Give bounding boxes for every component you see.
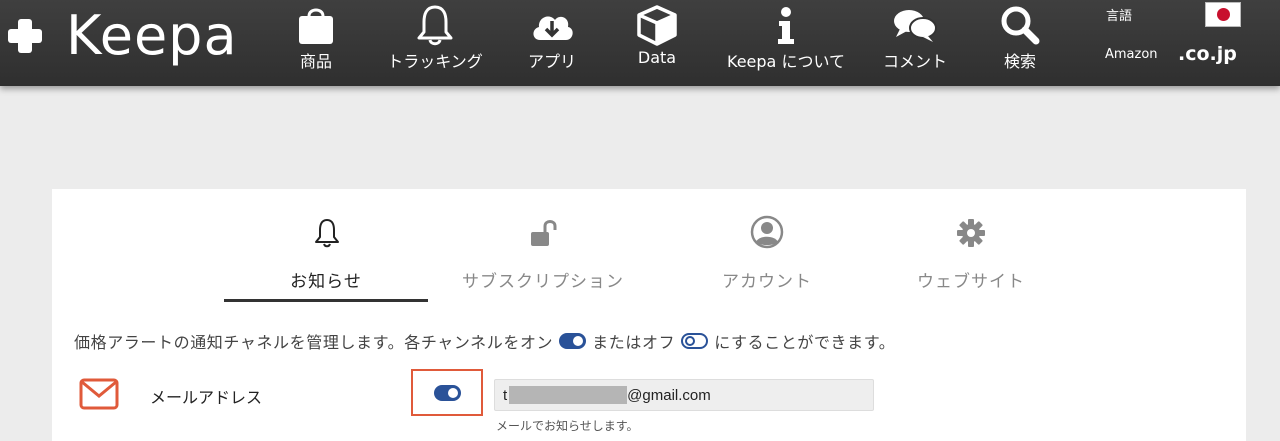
nav-item-about[interactable]: Keepa について <box>721 0 851 86</box>
keepa-logo[interactable]: Keepa <box>6 6 238 66</box>
top-nav-bar: Keepa 商品 トラッキング アプリ Data Keepa について コメント… <box>0 0 1280 86</box>
description-text: にすることができます。 <box>714 333 896 352</box>
cube-icon <box>637 5 677 46</box>
redacted-text <box>509 386 628 404</box>
language-label: 言語 <box>1106 9 1133 24</box>
bell-icon <box>417 5 453 46</box>
envelope-icon <box>79 378 119 410</box>
tab-label: サブスクリプション <box>462 272 624 292</box>
email-suffix: @gmail.com <box>627 386 711 404</box>
nav-item-apps[interactable]: アプリ <box>525 0 579 86</box>
info-icon <box>778 7 794 44</box>
cloud-download-icon <box>533 16 573 40</box>
unlock-icon <box>531 220 557 246</box>
settings-card: お知らせ サブスクリプション アカウント ウェブサイト 価格アラートの通知チャネ… <box>52 189 1246 441</box>
email-toggle-highlight <box>411 369 483 416</box>
nav-label: アプリ <box>527 52 576 71</box>
toggle-on-example-icon <box>559 333 587 349</box>
chat-bubbles-icon <box>894 10 937 42</box>
bell-icon <box>315 219 339 248</box>
tab-label: アカウント <box>722 272 812 292</box>
email-prefix: t <box>503 386 508 404</box>
tab-account[interactable]: アカウント <box>692 189 842 303</box>
nav-label: トラッキング <box>387 52 483 71</box>
email-field[interactable]: t @gmail.com <box>494 379 874 411</box>
user-circle-icon <box>750 215 784 249</box>
tab-subscription[interactable]: サブスクリプション <box>448 189 638 303</box>
search-icon <box>1001 6 1040 45</box>
nav-label: コメント <box>882 52 947 71</box>
gear-icon <box>957 219 985 247</box>
tab-label: ウェブサイト <box>917 272 1025 292</box>
email-channel-label: メールアドレス <box>150 388 263 407</box>
nav-item-tracking[interactable]: トラッキング <box>380 0 490 86</box>
amazon-label: Amazon <box>1105 47 1158 62</box>
nav-label: Keepa について <box>727 52 845 71</box>
nav-item-products[interactable]: 商品 <box>290 0 342 86</box>
nav-label: 検索 <box>1003 52 1036 71</box>
plus-logo-icon <box>6 17 44 55</box>
email-hint: メールでお知らせします。 <box>496 419 639 433</box>
tab-label: お知らせ <box>290 272 362 292</box>
tab-notifications[interactable]: お知らせ <box>224 189 428 303</box>
shopping-bag-icon <box>299 8 333 44</box>
japan-flag-icon[interactable] <box>1205 2 1241 27</box>
email-notification-toggle[interactable] <box>433 384 461 401</box>
active-tab-indicator <box>224 299 428 302</box>
notification-description: 価格アラートの通知チャネルを管理します。各チャンネルをオン またはオフ にするこ… <box>74 329 895 353</box>
amazon-domain-selector[interactable]: .co.jp <box>1178 43 1237 65</box>
toggle-off-example-icon <box>681 333 709 349</box>
nav-item-comments[interactable]: コメント <box>879 0 951 86</box>
brand-name: Keepa <box>66 4 238 67</box>
nav-item-data[interactable]: Data <box>636 0 678 86</box>
description-text: 価格アラートの通知チャネルを管理します。各チャンネルをオン <box>74 333 554 352</box>
nav-item-search[interactable]: 検索 <box>999 0 1041 86</box>
tab-website[interactable]: ウェブサイト <box>888 189 1054 303</box>
description-text: またはオフ <box>592 333 676 352</box>
nav-label: 商品 <box>299 52 332 71</box>
nav-label: Data <box>637 48 677 67</box>
